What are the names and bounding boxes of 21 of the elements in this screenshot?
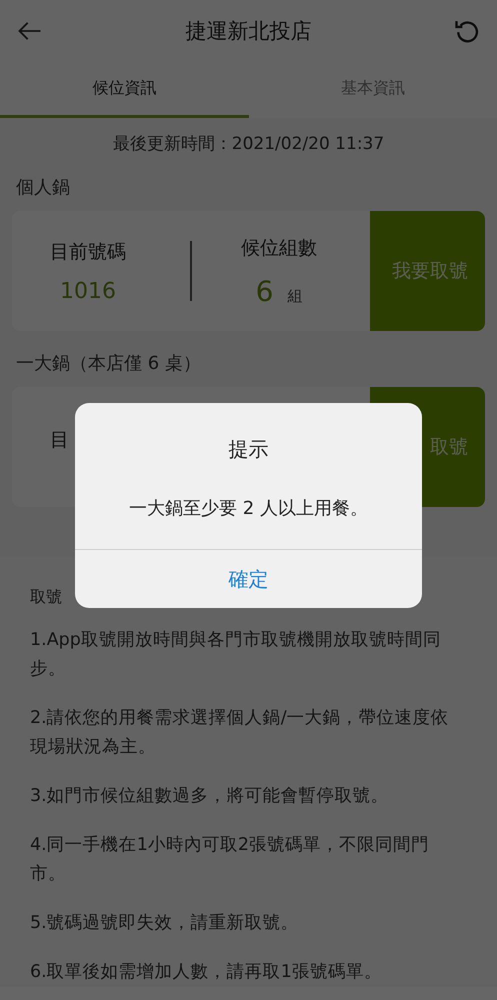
confirm-button[interactable]: 確定 — [75, 549, 422, 608]
note-text: 6.取單後如需增加人數，請再取1張號碼單。 — [30, 961, 383, 984]
stat-label: 目 — [50, 428, 69, 453]
note-text: 2.請依您的用餐需求選擇個人鍋/一大鍋，帶位速度依現場狀況為主。 — [30, 707, 450, 759]
note-text: 1.App取號開放時間與各門市取號機開放取號時間同步。 — [30, 629, 442, 681]
section-heading: 個人鍋 — [16, 176, 71, 199]
stat-label: 候位組數 — [241, 236, 317, 260]
stat-value: 1016 — [60, 278, 116, 304]
section-heading: 一大鍋（本店僅 6 桌） — [16, 352, 202, 375]
note-text: 4.同一手機在1小時內可取2張號碼單，不限同間門市。 — [30, 834, 430, 886]
stat-value: 6 — [256, 274, 274, 308]
unit-label: 組 — [287, 286, 302, 306]
notes-heading: 取號 — [30, 587, 63, 608]
dialog-title: 提示 — [228, 436, 268, 463]
page-title: 捷運新北投店 — [186, 18, 312, 45]
last-updated-text: 最後更新時間：2021/02/20 11:37 — [112, 133, 386, 155]
dialog-message: 一大鍋至少要 2 人以上用餐。 — [129, 497, 368, 520]
note-text: 3.如門市候位組數過多，將可能會暫停取號。 — [30, 785, 390, 808]
stat-label: 目前號碼 — [50, 240, 126, 264]
take-number-button[interactable]: 我要取號 — [370, 211, 485, 331]
note-text: 5.號碼過號即失效，請重新取號。 — [30, 912, 300, 935]
